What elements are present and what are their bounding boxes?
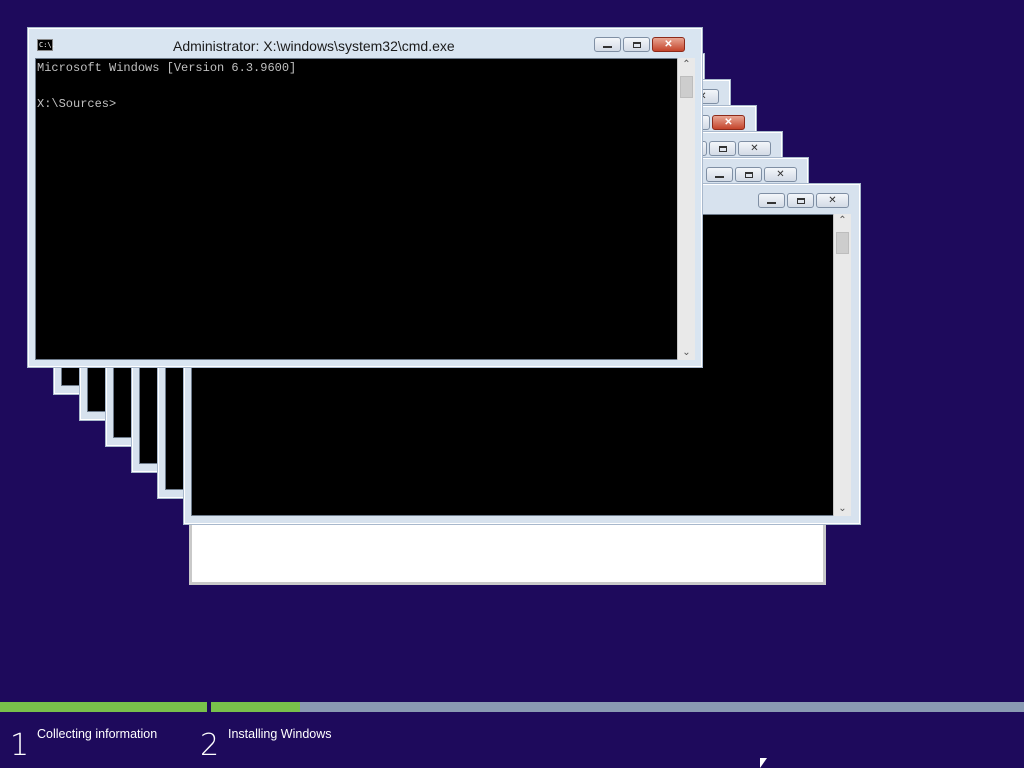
maximize-icon — [718, 145, 727, 152]
maximize-icon — [796, 197, 805, 204]
scroll-down-icon[interactable]: ⌄ — [678, 346, 695, 360]
maximize-button[interactable] — [623, 37, 650, 52]
scrollbar-thumb[interactable] — [680, 76, 693, 98]
cmd-window-main[interactable]: C:\. Administrator: X:\windows\system32\… — [27, 27, 703, 368]
step1-number: 1 — [10, 728, 30, 763]
close-button[interactable]: ✕ — [712, 115, 745, 130]
close-button[interactable]: ✕ — [816, 193, 849, 208]
close-button[interactable]: ✕ — [764, 167, 797, 182]
minimize-icon — [715, 176, 724, 178]
minimize-button[interactable] — [594, 37, 621, 52]
console-area[interactable]: Microsoft Windows [Version 6.3.9600] X:\… — [35, 58, 679, 360]
scroll-up-icon[interactable]: ⌃ — [834, 214, 851, 228]
window-title: Administrator: X:\windows\system32\cmd.e… — [173, 38, 455, 54]
close-button[interactable]: ✕ — [652, 37, 685, 52]
step1-label: Collecting information — [37, 727, 158, 741]
minimize-icon — [767, 202, 776, 204]
cmd-icon: C:\. — [37, 39, 56, 51]
maximize-button[interactable] — [735, 167, 762, 182]
mouse-cursor-icon — [760, 758, 767, 768]
close-icon: ✕ — [724, 116, 733, 128]
minimize-icon — [603, 46, 612, 48]
maximize-button[interactable] — [709, 141, 736, 156]
minimize-button[interactable] — [758, 193, 785, 208]
console-prompt: X:\Sources> — [37, 97, 117, 111]
console-line-1: Microsoft Windows [Version 6.3.9600] — [37, 61, 297, 75]
minimize-button[interactable] — [706, 167, 733, 182]
step2-number: 2 — [200, 728, 220, 763]
scrollbar-thumb[interactable] — [836, 232, 849, 254]
step1-progress-fill — [0, 702, 207, 712]
vertical-scrollbar[interactable]: ⌃ ⌄ — [677, 58, 695, 360]
close-icon: ✕ — [664, 38, 673, 50]
close-icon: ✕ — [828, 194, 837, 206]
close-icon: ✕ — [776, 168, 785, 180]
close-button[interactable]: ✕ — [738, 141, 771, 156]
scroll-down-icon[interactable]: ⌄ — [834, 502, 851, 516]
step2-progress-fill — [211, 702, 301, 712]
step2-label: Installing Windows — [228, 727, 332, 741]
setup-dialog-background — [189, 518, 826, 585]
step2-progress-track — [211, 702, 1024, 712]
maximize-icon — [632, 41, 641, 48]
scroll-up-icon[interactable]: ⌃ — [678, 58, 695, 72]
step1-progress-track — [0, 702, 207, 712]
maximize-icon — [744, 171, 753, 178]
vertical-scrollbar[interactable]: ⌃ ⌄ — [833, 214, 851, 516]
maximize-button[interactable] — [787, 193, 814, 208]
close-icon: ✕ — [750, 142, 759, 154]
